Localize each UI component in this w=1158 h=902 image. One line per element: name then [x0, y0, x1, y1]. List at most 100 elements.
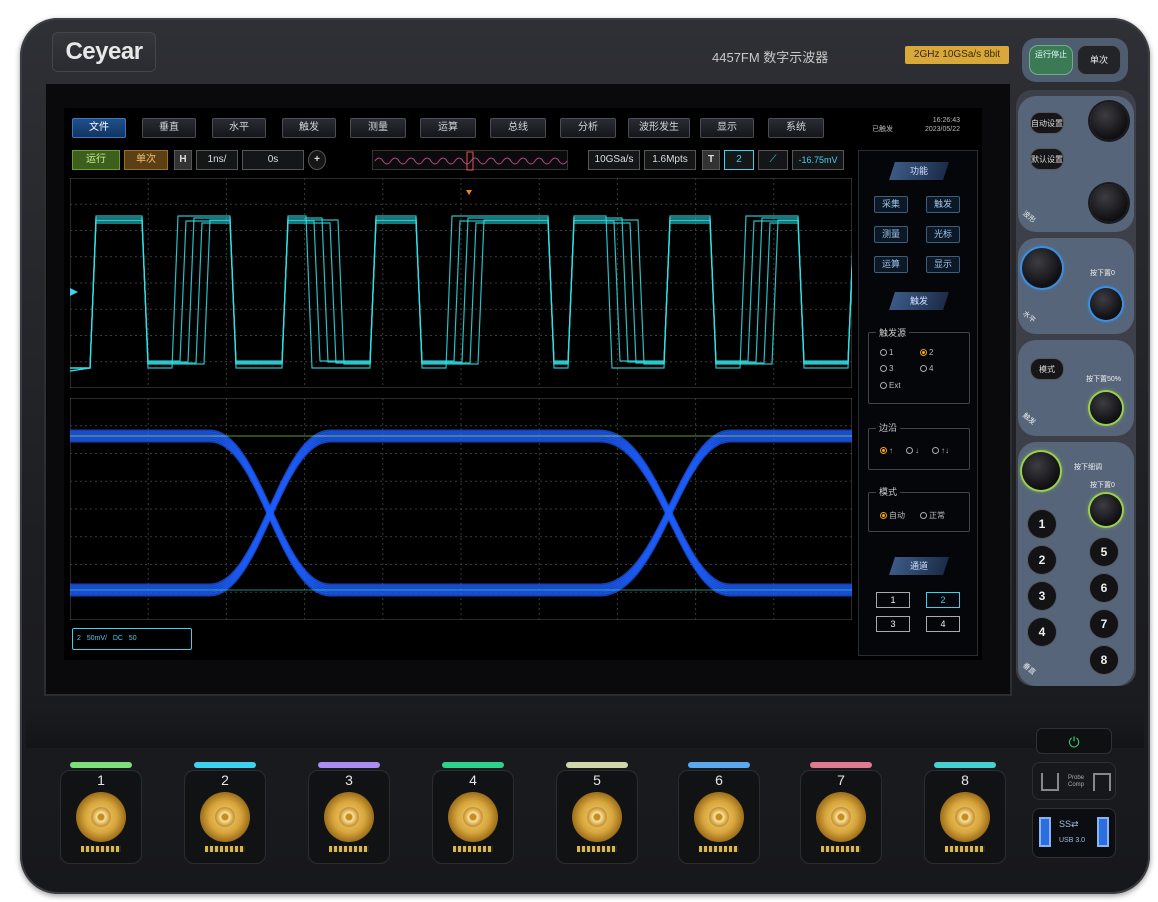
trigger-label: T [702, 150, 720, 170]
menu-system[interactable]: 系统 [768, 118, 824, 138]
function-head[interactable]: 功能 [889, 162, 949, 180]
trigger-channel[interactable]: 2 [724, 150, 754, 170]
edge-rising[interactable]: ↑ [880, 446, 893, 455]
acquire-button[interactable]: 采集 [874, 196, 908, 213]
usb-logo: SS⇄ [1059, 819, 1079, 829]
trigger-mode-button[interactable]: 模式 [1030, 358, 1064, 380]
bnc-connector-icon[interactable] [76, 792, 126, 842]
channel-3-label: 3 [345, 772, 353, 788]
bnc-connector-icon[interactable] [694, 792, 744, 842]
bnc-connector-icon[interactable] [200, 792, 250, 842]
trigger-source-title: 触发源 [876, 326, 910, 339]
usb-port-left[interactable] [1039, 817, 1051, 847]
channel-2-color-bar [194, 762, 256, 768]
channel-key-2[interactable]: 2 [1028, 546, 1056, 574]
channel-key-6[interactable]: 6 [1090, 574, 1118, 602]
channel-button-4[interactable]: 4 [926, 616, 960, 632]
menu-bus[interactable]: 总线 [490, 118, 546, 138]
trigger-head[interactable]: 触发 [889, 292, 949, 310]
display-button[interactable]: 显示 [926, 256, 960, 273]
usb-label: USB 3.0 [1059, 837, 1086, 844]
trigger-menu-button[interactable]: 触发 [926, 196, 960, 213]
eye-diagram-window[interactable] [70, 398, 852, 620]
trigger-level[interactable]: -16.75mV [792, 150, 844, 170]
mode-normal[interactable]: 正常 [920, 510, 945, 521]
single-hw-button[interactable]: 单次 [1078, 46, 1120, 74]
source-option-4[interactable]: 4 [920, 364, 933, 373]
timebase-field[interactable]: 1ns/ [196, 150, 238, 170]
channel-button-3[interactable]: 3 [876, 616, 910, 632]
bnc-connector-icon[interactable] [324, 792, 374, 842]
channel-8-label: 8 [961, 772, 969, 788]
probe-interface-pins [81, 846, 121, 852]
channel-key-4[interactable]: 4 [1028, 618, 1056, 646]
add-icon[interactable]: + [308, 150, 326, 170]
offset-field[interactable]: 0s [242, 150, 304, 170]
vertical-position-knob[interactable] [1090, 494, 1122, 526]
menu-trigger[interactable]: 触发 [282, 118, 336, 138]
channel-1-color-bar [70, 762, 132, 768]
default-set-button[interactable]: 默认设置 [1030, 148, 1064, 170]
multipurpose-knob-a[interactable] [1090, 102, 1128, 140]
menu-display[interactable]: 显示 [700, 118, 754, 138]
bnc-connector-icon[interactable] [448, 792, 498, 842]
run-button[interactable]: 运行 [72, 150, 120, 170]
rising-edge-icon[interactable]: ⟋ [758, 150, 788, 170]
channel-info-box[interactable]: 2 50mV/ DC 50 [72, 628, 192, 650]
source-option-1[interactable]: 1 [880, 348, 893, 357]
horizontal-position-knob[interactable] [1090, 288, 1122, 320]
horizontal-label: H [174, 150, 192, 170]
menu-math[interactable]: 运算 [420, 118, 476, 138]
channel-4-label: 4 [469, 772, 477, 788]
horizontal-scale-knob[interactable] [1022, 248, 1062, 288]
power-icon[interactable]: ⏻ [1036, 728, 1112, 754]
channel-key-5[interactable]: 5 [1090, 538, 1118, 566]
menu-vertical[interactable]: 垂直 [142, 118, 196, 138]
top-button-group: 运行停止 单次 [1022, 38, 1128, 82]
source-option-ext[interactable]: Ext [880, 381, 901, 390]
run-stop-hw-button[interactable]: 运行停止 [1030, 46, 1072, 74]
source-option-3[interactable]: 3 [880, 364, 893, 373]
bnc-connector-icon[interactable] [816, 792, 866, 842]
waveform-overview[interactable] [372, 150, 568, 171]
vertical-scale-knob[interactable] [1022, 452, 1060, 490]
edge-falling[interactable]: ↓ [906, 446, 919, 455]
mode-auto[interactable]: 自动 [880, 510, 905, 521]
source-option-2[interactable]: 2 [920, 348, 933, 357]
channel-key-3[interactable]: 3 [1028, 582, 1056, 610]
channel-key-1[interactable]: 1 [1028, 510, 1056, 538]
cursor-button[interactable]: 光标 [926, 226, 960, 243]
overview-wave [374, 151, 568, 171]
usb-port-right[interactable] [1097, 817, 1109, 847]
math-button[interactable]: 运算 [874, 256, 908, 273]
memory-depth: 1.6Mpts [644, 150, 696, 170]
channel-head[interactable]: 通道 [889, 557, 949, 575]
channel-button-2[interactable]: 2 [926, 592, 960, 608]
menu-measure[interactable]: 测量 [350, 118, 406, 138]
bnc-connector-icon[interactable] [572, 792, 622, 842]
measure-button[interactable]: 测量 [874, 226, 908, 243]
menu-analysis[interactable]: 分析 [560, 118, 616, 138]
menu-horizontal[interactable]: 水平 [212, 118, 266, 138]
edge-title: 边沿 [876, 421, 901, 434]
menu-file[interactable]: 文件 [72, 118, 126, 138]
press-50-label: 按下置50% [1086, 376, 1122, 383]
bnc-connector-icon[interactable] [940, 792, 990, 842]
single-button[interactable]: 单次 [124, 150, 168, 170]
channel-button-1[interactable]: 1 [876, 592, 910, 608]
brand-logo: Ceyear [52, 32, 156, 72]
channel-info-coupling: DC [112, 635, 123, 642]
multipurpose-knob-b[interactable] [1090, 184, 1128, 222]
trigger-level-knob[interactable] [1090, 392, 1122, 424]
front-strip [26, 704, 1144, 748]
channel-6-label: 6 [715, 772, 723, 788]
edge-either[interactable]: ↑↓ [932, 446, 949, 455]
channel-key-7[interactable]: 7 [1090, 610, 1118, 638]
channel-2-label: 2 [221, 772, 229, 788]
probe-interface-pins [205, 846, 245, 852]
channel-key-8[interactable]: 8 [1090, 646, 1118, 674]
auto-set-button[interactable]: 自动设置 [1030, 112, 1064, 134]
waveform-window[interactable] [70, 178, 852, 388]
menu-wavegen[interactable]: 波形发生 [628, 118, 690, 138]
datetime: 16:26:43 2023/05/22 [900, 116, 960, 134]
